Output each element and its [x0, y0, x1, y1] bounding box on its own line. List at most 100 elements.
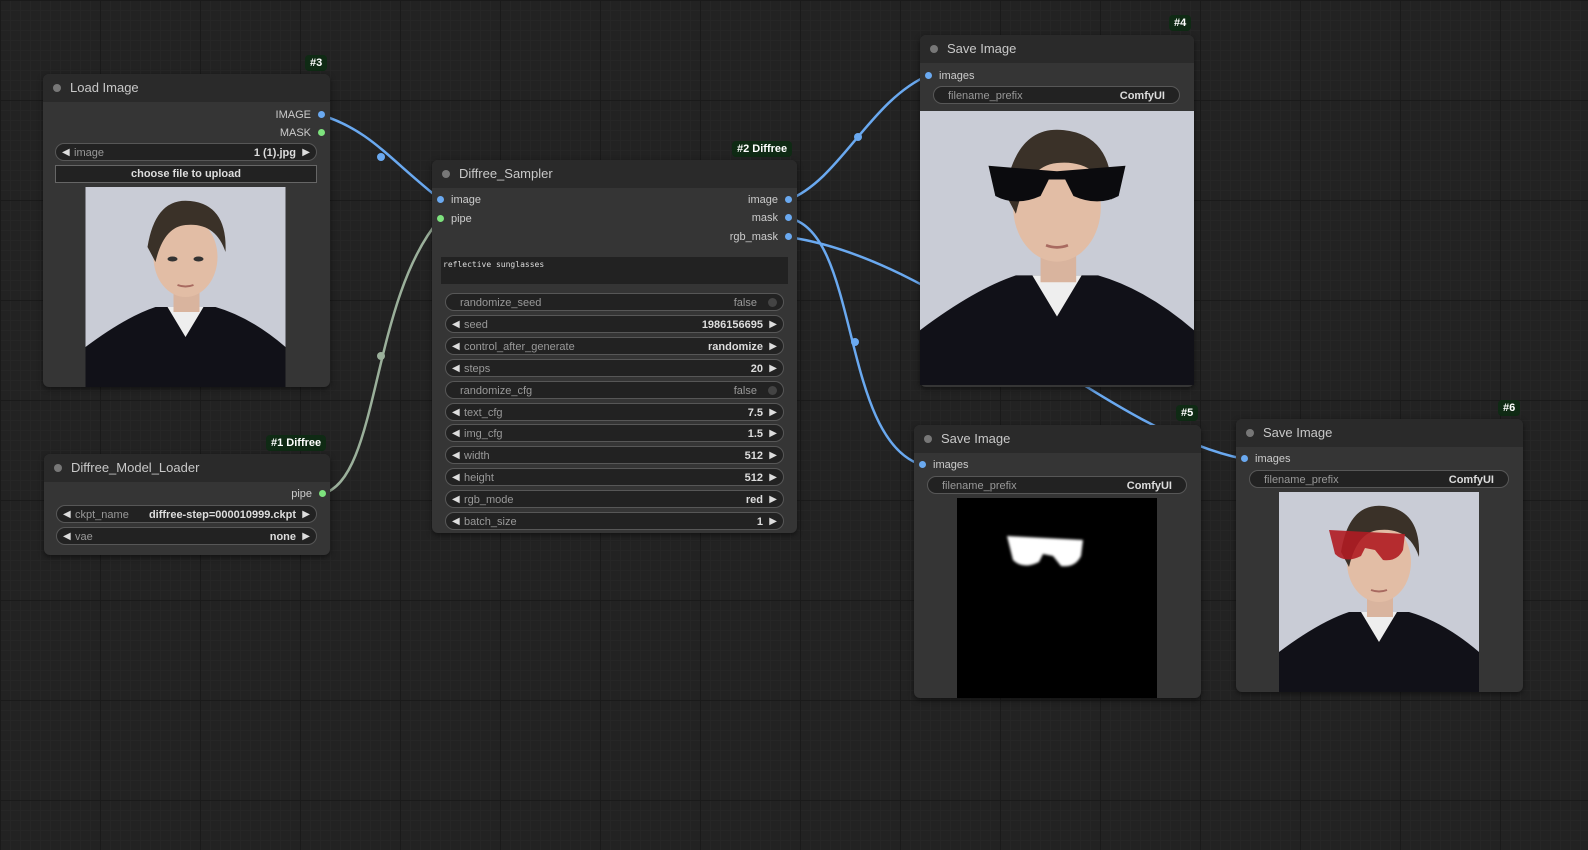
slot-dot-icon[interactable] [318, 129, 325, 136]
slot-dot-icon[interactable] [785, 196, 792, 203]
arrow-right-icon[interactable]: ▶ [769, 491, 777, 509]
collapse-dot-icon[interactable] [54, 464, 62, 472]
output-slot-image[interactable]: IMAGE [276, 107, 325, 123]
widget-label: randomize_seed [460, 297, 542, 309]
height-widget[interactable]: ◀ height 512 ▶ [445, 468, 784, 487]
diffree-sampler-node[interactable]: Diffree_Sampler image pipe image mask rg… [432, 160, 797, 533]
width-widget[interactable]: ◀ width 512 ▶ [445, 446, 784, 465]
arrow-left-icon[interactable]: ◀ [452, 425, 460, 443]
filename-prefix-widget[interactable]: filename_prefix ComfyUI [1249, 470, 1509, 488]
prompt-textarea[interactable]: reflective sunglasses [441, 257, 788, 284]
arrow-right-icon[interactable]: ▶ [769, 425, 777, 443]
input-slot-images[interactable]: images [925, 68, 974, 84]
save-image-node-6[interactable]: Save Image images filename_prefix ComfyU… [1236, 419, 1523, 692]
arrow-left-icon[interactable]: ◀ [63, 506, 71, 524]
collapse-dot-icon[interactable] [930, 45, 938, 53]
widget-label: text_cfg [464, 406, 503, 419]
input-slot-images[interactable]: images [1241, 451, 1290, 467]
image-combo-widget[interactable]: ◀ image 1 (1).jpg ▶ [55, 143, 317, 161]
collapse-dot-icon[interactable] [1246, 429, 1254, 437]
output-slot-rgb-mask[interactable]: rgb_mask [730, 229, 792, 245]
arrow-right-icon[interactable]: ▶ [769, 447, 777, 465]
arrow-left-icon[interactable]: ◀ [452, 513, 460, 531]
collapse-dot-icon[interactable] [442, 170, 450, 178]
slot-dot-icon[interactable] [437, 215, 444, 222]
collapse-dot-icon[interactable] [53, 84, 61, 92]
arrow-left-icon[interactable]: ◀ [452, 447, 460, 465]
text-cfg-widget[interactable]: ◀ text_cfg 7.5 ▶ [445, 402, 784, 422]
widget-label: filename_prefix [948, 90, 1023, 102]
node-title-bar[interactable]: Load Image [43, 74, 330, 102]
widget-label: rgb_mode [464, 494, 514, 507]
widget-value: false [733, 297, 757, 309]
slot-dot-icon[interactable] [785, 233, 792, 240]
ckpt-name-widget[interactable]: ◀ ckpt_name diffree-step=000010999.ckpt … [56, 505, 317, 523]
save-image-node-5[interactable]: Save Image images filename_prefix ComfyU… [914, 425, 1201, 698]
widget-value: red [745, 494, 763, 507]
arrow-right-icon[interactable]: ▶ [302, 528, 310, 546]
node-id-badge: #3 [305, 55, 328, 71]
node-title-bar[interactable]: Save Image [920, 35, 1194, 63]
link-image-to-sampler [320, 113, 442, 201]
load-image-node[interactable]: Load Image IMAGE MASK ◀ image 1 (1).jpg … [43, 74, 330, 387]
output-slot-image[interactable]: image [748, 192, 792, 208]
widget-value: 512 [744, 450, 763, 463]
node-id-badge: #5 [1176, 405, 1199, 421]
randomize-seed-widget[interactable]: randomize_seed false [445, 293, 784, 311]
toggle-knob-icon[interactable] [768, 298, 777, 307]
node-title-bar[interactable]: Diffree_Sampler [432, 160, 797, 188]
arrow-right-icon[interactable]: ▶ [302, 506, 310, 524]
arrow-left-icon[interactable]: ◀ [63, 528, 71, 546]
arrow-right-icon[interactable]: ▶ [302, 144, 310, 162]
diffree-model-loader-node[interactable]: Diffree_Model_Loader pipe ◀ ckpt_name di… [44, 454, 330, 555]
slot-dot-icon[interactable] [785, 214, 792, 221]
node-title-bar[interactable]: Diffree_Model_Loader [44, 454, 330, 482]
upload-button[interactable]: choose file to upload [55, 165, 317, 183]
arrow-left-icon[interactable]: ◀ [62, 144, 70, 162]
batch-size-widget[interactable]: ◀ batch_size 1 ▶ [445, 512, 784, 530]
arrow-left-icon[interactable]: ◀ [452, 491, 460, 509]
input-slot-images[interactable]: images [919, 457, 968, 473]
output-slot-pipe[interactable]: pipe [291, 486, 326, 502]
widget-label: vae [75, 531, 93, 543]
arrow-right-icon[interactable]: ▶ [769, 469, 777, 487]
rgb-mode-widget[interactable]: ◀ rgb_mode red ▶ [445, 490, 784, 509]
input-slot-pipe[interactable]: pipe [437, 211, 472, 227]
arrow-left-icon[interactable]: ◀ [452, 360, 460, 378]
widget-value: ComfyUI [1126, 480, 1172, 492]
randomize-cfg-widget[interactable]: randomize_cfg false [445, 380, 784, 399]
node-title-bar[interactable]: Save Image [914, 425, 1201, 453]
node-title-bar[interactable]: Save Image [1236, 419, 1523, 447]
toggle-knob-icon[interactable] [768, 385, 777, 395]
arrow-right-icon[interactable]: ▶ [769, 338, 777, 356]
arrow-left-icon[interactable]: ◀ [452, 469, 460, 487]
slot-dot-icon[interactable] [319, 490, 326, 497]
input-slot-image[interactable]: image [437, 192, 481, 208]
arrow-left-icon[interactable]: ◀ [452, 338, 460, 356]
slot-dot-icon[interactable] [925, 72, 932, 79]
slot-dot-icon[interactable] [1241, 455, 1248, 462]
collapse-dot-icon[interactable] [924, 435, 932, 443]
widget-label: steps [464, 362, 491, 375]
slot-dot-icon[interactable] [437, 196, 444, 203]
arrow-right-icon[interactable]: ▶ [769, 316, 777, 334]
save-image-node-4[interactable]: Save Image images filename_prefix ComfyU… [920, 35, 1194, 387]
vae-widget[interactable]: ◀ vae none ▶ [56, 527, 317, 545]
output-slot-mask[interactable]: mask [752, 210, 792, 226]
slot-dot-icon[interactable] [318, 111, 325, 118]
filename-prefix-widget[interactable]: filename_prefix ComfyUI [933, 86, 1180, 104]
arrow-right-icon[interactable]: ▶ [769, 404, 777, 422]
arrow-right-icon[interactable]: ▶ [769, 360, 777, 378]
steps-widget[interactable]: ◀ steps 20 ▶ [445, 358, 784, 378]
widget-label: ckpt_name [75, 509, 129, 521]
arrow-left-icon[interactable]: ◀ [452, 404, 460, 422]
filename-prefix-widget[interactable]: filename_prefix ComfyUI [927, 476, 1187, 494]
img-cfg-widget[interactable]: ◀ img_cfg 1.5 ▶ [445, 424, 784, 443]
arrow-right-icon[interactable]: ▶ [769, 513, 777, 531]
arrow-left-icon[interactable]: ◀ [452, 316, 460, 334]
control-after-generate-widget[interactable]: ◀ control_after_generate randomize ▶ [445, 336, 784, 356]
slot-dot-icon[interactable] [919, 461, 926, 468]
link-pipe-to-sampler [321, 218, 441, 496]
output-slot-mask[interactable]: MASK [280, 125, 325, 141]
seed-widget[interactable]: ◀ seed 1986156695 ▶ [445, 314, 784, 334]
